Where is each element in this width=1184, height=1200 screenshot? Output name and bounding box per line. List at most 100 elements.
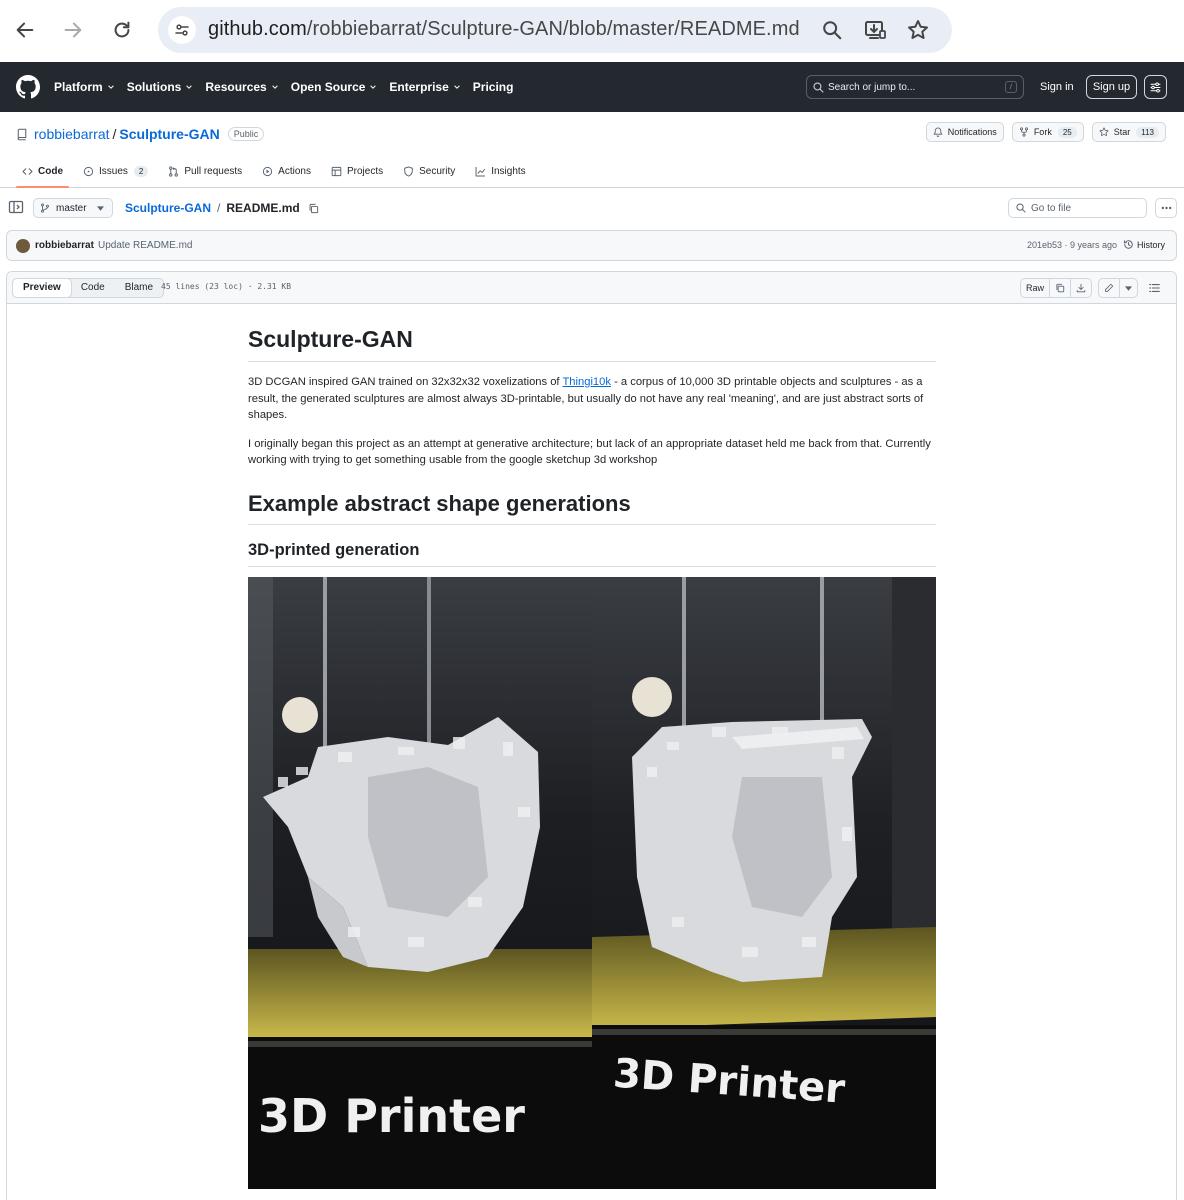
- preview-tab[interactable]: Preview: [12, 278, 72, 298]
- browser-toolbar: github.com/robbiebarrat/Sculpture-GAN/bl…: [0, 0, 1184, 62]
- sign-in-link[interactable]: Sign in: [1034, 75, 1080, 99]
- tab-issues[interactable]: Issues 2: [77, 154, 154, 188]
- avatar[interactable]: [16, 239, 30, 253]
- chevron-down-icon: [107, 85, 114, 89]
- tab-label: Actions: [278, 165, 311, 177]
- fork-icon: [1019, 127, 1028, 137]
- tab-insights[interactable]: Insights: [469, 154, 531, 188]
- zoom-button[interactable]: [818, 16, 846, 44]
- commit-author-link[interactable]: robbiebarrat: [35, 240, 94, 251]
- star-icon: [908, 20, 928, 39]
- blame-tab[interactable]: Blame: [115, 279, 163, 297]
- shield-icon: [404, 165, 413, 177]
- tab-label: Insights: [491, 165, 526, 177]
- url-path: /robbiebarrat/Sculpture-GAN/blob/master/…: [306, 18, 800, 40]
- nav-platform[interactable]: Platform: [54, 80, 115, 94]
- tab-pull-requests[interactable]: Pull requests: [162, 154, 248, 188]
- breadcrumb-repo-link[interactable]: Sculpture-GAN: [125, 201, 211, 215]
- issue-icon: [83, 166, 94, 176]
- history-button[interactable]: History: [1123, 239, 1165, 250]
- url-host: github.com: [208, 18, 307, 40]
- file-tools: Raw: [1019, 278, 1164, 298]
- printed-photo-left: 3D Printer: [248, 576, 592, 1189]
- bell-icon: [933, 127, 943, 137]
- repo-title: robbiebarrat / Sculpture-GAN Public: [16, 124, 265, 144]
- raw-button[interactable]: Raw: [1021, 279, 1050, 297]
- reload-icon: [114, 21, 130, 38]
- repo-owner-link[interactable]: robbiebarrat: [34, 126, 110, 142]
- branch-selector[interactable]: master: [33, 198, 113, 218]
- reload-button[interactable]: [107, 12, 137, 48]
- branch-icon: [41, 203, 49, 213]
- nav-pricing[interactable]: Pricing: [473, 80, 514, 94]
- github-logo-icon[interactable]: [16, 75, 40, 99]
- fork-button[interactable]: Fork 25: [1011, 122, 1084, 142]
- nav-enterprise[interactable]: Enterprise: [389, 80, 460, 94]
- thingi10k-link[interactable]: Thingi10k: [562, 376, 611, 388]
- sign-up-button[interactable]: Sign up: [1086, 75, 1137, 99]
- search-input[interactable]: Search or jump to... /: [806, 75, 1024, 99]
- download-icon: [1076, 283, 1086, 293]
- repo-icon: [17, 128, 27, 140]
- list-icon: [1148, 284, 1160, 292]
- forward-button[interactable]: [58, 12, 88, 48]
- chevron-down-icon: [186, 85, 193, 89]
- url-text[interactable]: github.com/robbiebarrat/Sculpture-GAN/bl…: [208, 18, 800, 41]
- outline-button[interactable]: [1144, 278, 1164, 298]
- tab-projects[interactable]: Projects: [325, 154, 389, 188]
- star-button[interactable]: Star 113: [1091, 122, 1166, 142]
- download-button[interactable]: [1071, 279, 1091, 297]
- go-to-file-input[interactable]: Go to file: [1008, 198, 1147, 218]
- nav-open-source[interactable]: Open Source: [291, 80, 378, 94]
- edit-button[interactable]: [1099, 279, 1120, 297]
- edit-dropdown-button[interactable]: [1120, 279, 1137, 297]
- history-icon: [1123, 240, 1133, 249]
- fork-label: Fork: [1033, 127, 1052, 137]
- printer-label-left: 3D Printer: [258, 1089, 525, 1143]
- site-info-icon[interactable]: [168, 16, 196, 44]
- nav-solutions[interactable]: Solutions: [127, 80, 194, 94]
- commit-meta[interactable]: 201eb53 · 9 years ago: [1027, 240, 1117, 250]
- nav-resources[interactable]: Resources: [205, 80, 278, 94]
- caret-down-icon: [1125, 285, 1132, 291]
- copy-raw-button[interactable]: [1050, 279, 1071, 297]
- menu-button[interactable]: [1144, 75, 1167, 99]
- search-icon: [813, 81, 824, 93]
- tab-label: Code: [38, 165, 63, 177]
- edit-tools: [1098, 278, 1138, 298]
- sidebar-toggle-icon[interactable]: [8, 199, 24, 215]
- readme-heading-examples: Example abstract shape generations: [248, 491, 936, 525]
- readme-paragraph-2: I originally began this project as an at…: [248, 437, 931, 467]
- tab-security[interactable]: Security: [397, 154, 461, 188]
- tab-actions[interactable]: Actions: [256, 154, 317, 188]
- commit-message-link[interactable]: Update README.md: [98, 240, 192, 251]
- history-label: History: [1137, 239, 1166, 250]
- nav-label: Resources: [205, 80, 267, 94]
- back-button[interactable]: [10, 12, 40, 48]
- search-icon: [1016, 203, 1026, 213]
- more-options-button[interactable]: [1155, 198, 1177, 218]
- address-bar[interactable]: github.com/robbiebarrat/Sculpture-GAN/bl…: [158, 7, 952, 53]
- readme-content: Sculpture-GAN 3D DCGAN inspired GAN trai…: [248, 326, 936, 1189]
- tab-label: Pull requests: [184, 165, 243, 177]
- code-view-tab[interactable]: Code: [71, 279, 115, 297]
- tab-code[interactable]: Code: [16, 154, 69, 188]
- text: 3D DCGAN inspired GAN trained on 32x32x3…: [248, 376, 563, 388]
- copy-icon: [1056, 283, 1065, 293]
- table-icon: [331, 166, 342, 176]
- star-label: Star: [1113, 127, 1131, 137]
- copy-icon[interactable]: [308, 203, 319, 214]
- tab-label: Issues: [99, 165, 128, 177]
- latest-commit-bar: robbiebarrat Update README.md 201eb53 · …: [6, 230, 1177, 261]
- bookmark-button[interactable]: [904, 16, 932, 44]
- star-count: 113: [1136, 126, 1159, 138]
- install-app-button[interactable]: [861, 16, 889, 44]
- play-icon: [263, 166, 273, 176]
- notifications-button[interactable]: Notifications: [925, 122, 1004, 142]
- tab-label: Projects: [346, 165, 384, 177]
- chevron-down-icon: [454, 85, 460, 89]
- repo-name-link[interactable]: Sculpture-GAN: [119, 126, 219, 142]
- kebab-horizontal-icon: [1161, 206, 1171, 210]
- repo-actions: Notifications Fork 25 Star 113: [925, 122, 1166, 142]
- breadcrumb-sep: /: [217, 201, 221, 215]
